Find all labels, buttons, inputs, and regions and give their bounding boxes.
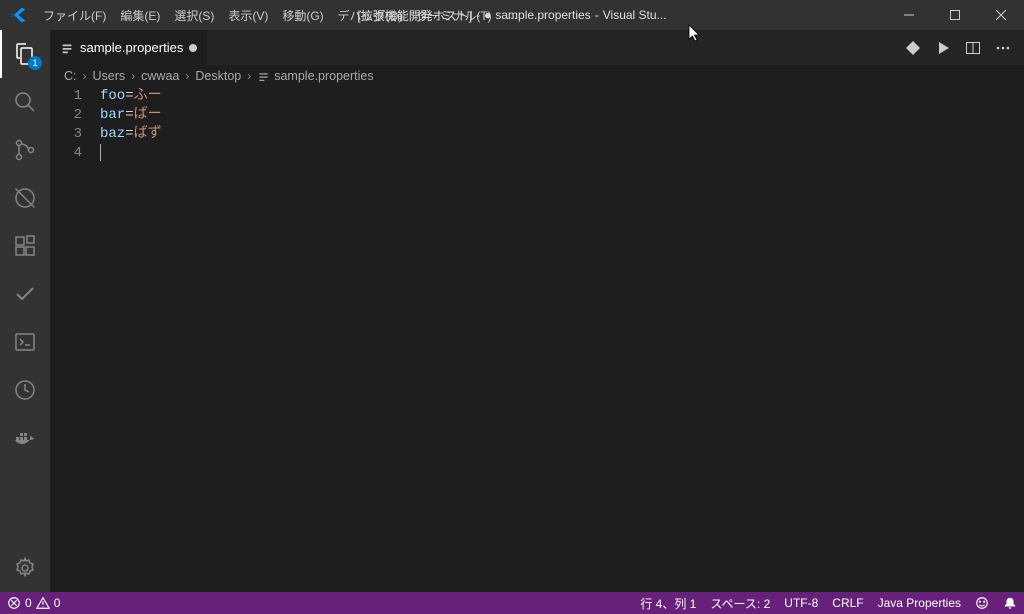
crumb-file[interactable]: sample.properties	[257, 69, 373, 83]
editor[interactable]: 1 2 3 4 foo=ふー bar=ばー baz=ばず	[50, 87, 1024, 592]
editor-group: sample.properties C: › Users › cwwaa › D…	[50, 30, 1024, 592]
activity-scm[interactable]	[0, 126, 50, 174]
crumb-user[interactable]: cwwaa	[141, 69, 179, 83]
tabs-bar: sample.properties	[50, 30, 1024, 65]
menu-terminal[interactable]: ターミナル(T)	[409, 0, 498, 30]
code-line[interactable]: bar=ばー	[100, 106, 1024, 125]
status-problems[interactable]: 0 0	[0, 592, 67, 614]
chevron-right-icon: ›	[185, 69, 189, 83]
breadcrumbs[interactable]: C: › Users › cwwaa › Desktop › sample.pr…	[50, 65, 1024, 87]
activity-extensions[interactable]	[0, 222, 50, 270]
chevron-right-icon: ›	[83, 69, 87, 83]
activity-explorer[interactable]: 1	[0, 30, 50, 78]
overview-ruler[interactable]	[1010, 87, 1024, 592]
status-language[interactable]: Java Properties	[871, 592, 968, 614]
menu-edit[interactable]: 編集(E)	[113, 0, 167, 30]
activity-wait[interactable]	[0, 366, 50, 414]
menu-more[interactable]: …	[499, 0, 525, 30]
menu-selection[interactable]: 選択(S)	[167, 0, 221, 30]
more-actions-icon[interactable]	[990, 35, 1016, 61]
menu-bar: ファイル(F) 編集(E) 選択(S) 表示(V) 移動(G) デバッグ(D) …	[36, 0, 525, 30]
activity-terminal[interactable]	[0, 318, 50, 366]
editor-actions	[900, 30, 1024, 65]
split-editor-icon[interactable]	[960, 35, 986, 61]
activity-debug[interactable]	[0, 174, 50, 222]
status-eol[interactable]: CRLF	[825, 592, 870, 614]
window-controls	[886, 0, 1024, 30]
activity-check[interactable]	[0, 270, 50, 318]
activity-docker[interactable]	[0, 414, 50, 462]
status-encoding[interactable]: UTF-8	[777, 592, 825, 614]
status-feedback-icon[interactable]	[968, 592, 996, 614]
text-cursor	[100, 144, 101, 161]
close-button[interactable]	[978, 0, 1024, 30]
status-line-col[interactable]: 行 4、列 1	[633, 592, 703, 614]
code-line[interactable]	[100, 144, 1024, 163]
status-notifications-icon[interactable]	[996, 592, 1024, 614]
vscode-logo-icon	[8, 5, 28, 25]
run-icon[interactable]	[930, 35, 956, 61]
crumb-users[interactable]: Users	[93, 69, 126, 83]
menu-file[interactable]: ファイル(F)	[36, 0, 113, 30]
crumb-c[interactable]: C:	[64, 69, 77, 83]
menu-go[interactable]: 移動(G)	[275, 0, 330, 30]
file-icon	[60, 41, 74, 55]
title-bar: ファイル(F) 編集(E) 選択(S) 表示(V) 移動(G) デバッグ(D) …	[0, 0, 1024, 30]
line-numbers: 1 2 3 4	[50, 87, 100, 592]
status-bar: 0 0 行 4、列 1 スペース: 2 UTF-8 CRLF Java Prop…	[0, 592, 1024, 614]
tab-sample-properties[interactable]: sample.properties	[50, 30, 208, 65]
code-line[interactable]: baz=ばず	[100, 125, 1024, 144]
compare-changes-icon[interactable]	[900, 35, 926, 61]
explorer-badge: 1	[28, 56, 42, 70]
chevron-right-icon: ›	[131, 69, 135, 83]
menu-debug[interactable]: デバッグ(D)	[331, 0, 410, 30]
menu-view[interactable]: 表示(V)	[221, 0, 275, 30]
activity-bar: 1	[0, 30, 50, 592]
code-content[interactable]: foo=ふー bar=ばー baz=ばず	[100, 87, 1024, 592]
activity-settings[interactable]	[0, 544, 50, 592]
minimize-button[interactable]	[886, 0, 932, 30]
status-indent[interactable]: スペース: 2	[703, 592, 777, 614]
chevron-right-icon: ›	[247, 69, 251, 83]
maximize-button[interactable]	[932, 0, 978, 30]
crumb-desktop[interactable]: Desktop	[195, 69, 241, 83]
activity-search[interactable]	[0, 78, 50, 126]
code-line[interactable]: foo=ふー	[100, 87, 1024, 106]
dirty-indicator-icon	[189, 44, 197, 52]
tab-label: sample.properties	[80, 40, 183, 55]
